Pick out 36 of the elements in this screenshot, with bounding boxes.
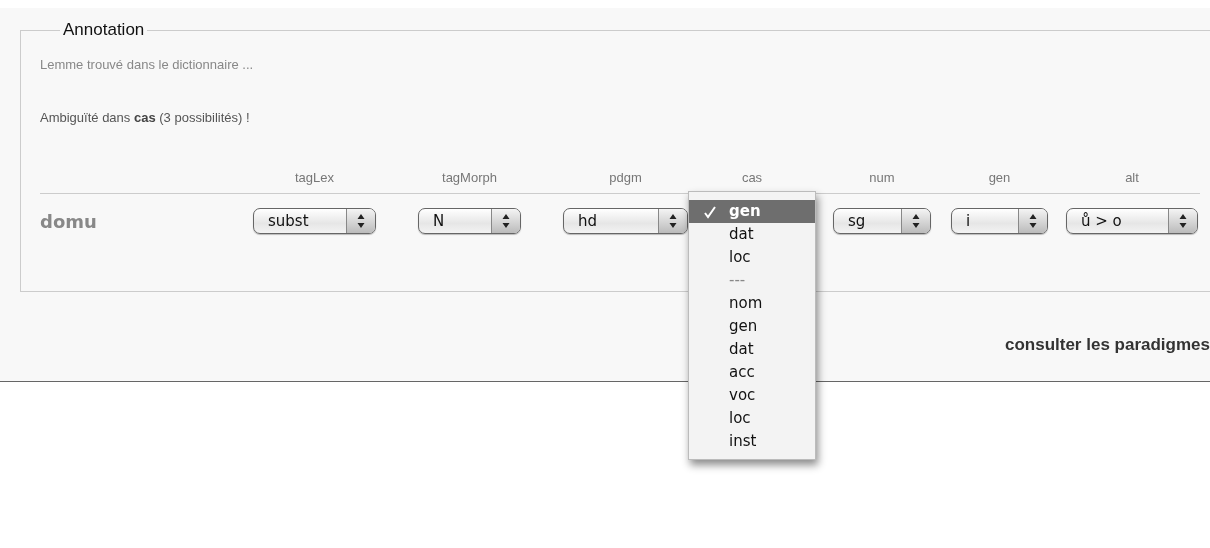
menu-item[interactable]: loc (689, 407, 815, 430)
menu-item[interactable]: dat (689, 338, 815, 361)
word-label: domu (40, 210, 98, 232)
column-header: pdgm (608, 170, 643, 185)
column-header: num (868, 170, 896, 185)
dropdown-select[interactable]: hd (563, 208, 688, 234)
stepper-arrows-icon (1018, 209, 1047, 233)
stepper-arrows-icon (346, 209, 375, 233)
stepper-arrows-icon (491, 209, 520, 233)
message-text: Ambiguïté dans cas (3 possibilités) ! (40, 110, 251, 125)
dropdown-select[interactable]: subst (253, 208, 376, 234)
dropdown-select[interactable]: N (418, 208, 521, 234)
menu-item[interactable]: dat (689, 223, 815, 246)
message-text: Lemme trouvé dans le dictionnaire ... (40, 57, 255, 72)
column-header: tagMorph (441, 170, 498, 185)
stepper-arrows-icon (1168, 209, 1197, 233)
menu-item[interactable]: acc (689, 361, 815, 384)
column-header: gen (987, 170, 1012, 185)
stepper-arrows-icon (901, 209, 930, 233)
column-header: tagLex (293, 170, 335, 185)
column-header: cas (740, 170, 764, 185)
column-header: alt (1124, 170, 1140, 185)
menu-item[interactable]: nom (689, 292, 815, 315)
menu-item[interactable]: loc (689, 246, 815, 269)
paradigms-link[interactable]: consulter les paradigmes (1004, 335, 1210, 355)
checkmark-icon (703, 204, 717, 219)
dropdown-select[interactable]: sg (833, 208, 931, 234)
dropdown-select[interactable]: ů > o (1066, 208, 1198, 234)
menu-item[interactable]: gen (689, 200, 815, 223)
menu-separator: --- (728, 270, 747, 291)
menu-item[interactable]: inst (689, 430, 815, 453)
panel-title: Annotation (62, 20, 146, 40)
menu-item[interactable]: voc (689, 384, 815, 407)
menu-item[interactable]: gen (689, 315, 815, 338)
dropdown-select[interactable]: i (951, 208, 1048, 234)
stepper-arrows-icon (658, 209, 687, 233)
